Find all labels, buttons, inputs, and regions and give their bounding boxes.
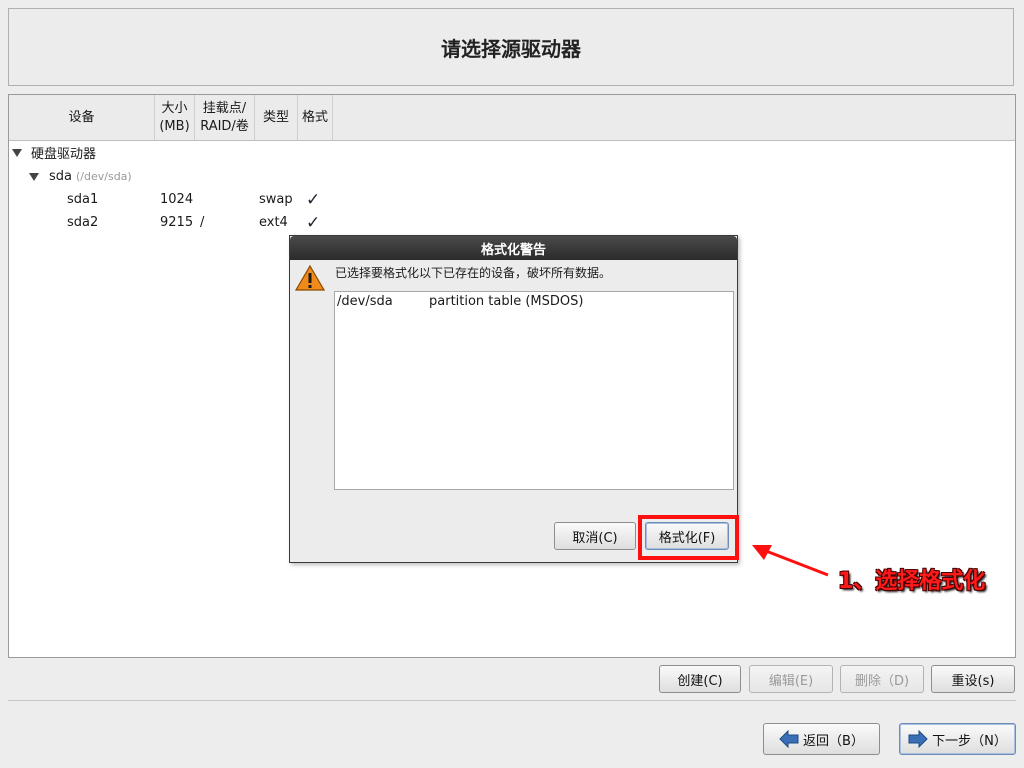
disk-name: sda: [49, 169, 72, 184]
next-button[interactable]: 下一步（N）: [899, 723, 1016, 755]
column-mount[interactable]: 挂载点/ RAID/卷: [195, 95, 255, 140]
edit-button[interactable]: 编辑(E): [749, 665, 833, 693]
disk-path: (/dev/sda): [76, 170, 132, 183]
reset-button[interactable]: 重设(s): [931, 665, 1015, 693]
back-button[interactable]: 返回（B）: [763, 723, 880, 755]
cancel-button[interactable]: 取消(C): [554, 522, 636, 550]
delete-button[interactable]: 删除（D): [840, 665, 924, 693]
partition-size: 9215: [160, 215, 194, 230]
column-header-row: 设备 大小 (MB) 挂载点/ RAID/卷 类型 格式: [9, 95, 1015, 141]
device-description: partition table (MSDOS): [429, 294, 584, 309]
dialog-title: 格式化警告: [480, 242, 546, 258]
tree-row-partition[interactable]: sda1 1024 swap ✓: [9, 188, 1015, 211]
column-size[interactable]: 大小 (MB): [155, 95, 195, 140]
partition-mount: /: [200, 215, 205, 230]
column-device[interactable]: 设备: [9, 95, 155, 140]
partition-name: sda1: [67, 192, 99, 207]
column-format[interactable]: 格式: [298, 95, 333, 140]
create-button[interactable]: 创建(C): [659, 665, 741, 693]
format-check-icon: ✓: [306, 212, 321, 233]
arrow-left-icon: [779, 730, 799, 748]
tree-row-group[interactable]: 硬盘驱动器: [9, 141, 1015, 164]
dialog-message: 已选择要格式化以下已存在的设备，破坏所有数据。: [335, 266, 612, 280]
divider: [8, 700, 1016, 701]
format-check-icon: ✓: [306, 189, 321, 210]
group-label: 硬盘驱动器: [31, 147, 97, 162]
format-warning-dialog: 格式化警告 已选择要格式化以下已存在的设备，破坏所有数据。 /dev/sda p…: [289, 235, 738, 563]
disk-label: sda (/dev/sda): [49, 169, 132, 184]
expander-icon[interactable]: [12, 149, 22, 157]
annotation-label: 1、选择格式化: [838, 569, 986, 594]
device-list[interactable]: /dev/sda partition table (MSDOS): [334, 291, 734, 490]
highlight-box: [638, 515, 739, 560]
warning-icon: [295, 264, 325, 291]
device-path: /dev/sda: [337, 294, 393, 309]
partition-type: swap: [259, 192, 293, 207]
tree-row-partition[interactable]: sda2 9215 / ext4 ✓: [9, 211, 1015, 234]
partition-type: ext4: [259, 215, 288, 230]
partition-name: sda2: [67, 215, 99, 230]
tree-row-disk[interactable]: sda (/dev/sda): [9, 165, 1015, 188]
dialog-title-bar[interactable]: 格式化警告: [290, 236, 737, 260]
partition-size: 1024: [160, 192, 194, 207]
arrow-right-icon: [908, 730, 928, 748]
page-title: 请选择源驱动器: [441, 36, 581, 61]
expander-icon[interactable]: [29, 173, 39, 181]
annotation-arrow-icon: [752, 545, 829, 577]
column-filler: [333, 95, 1015, 140]
column-type[interactable]: 类型: [255, 95, 298, 140]
page-header: 请选择源驱动器: [8, 8, 1014, 86]
